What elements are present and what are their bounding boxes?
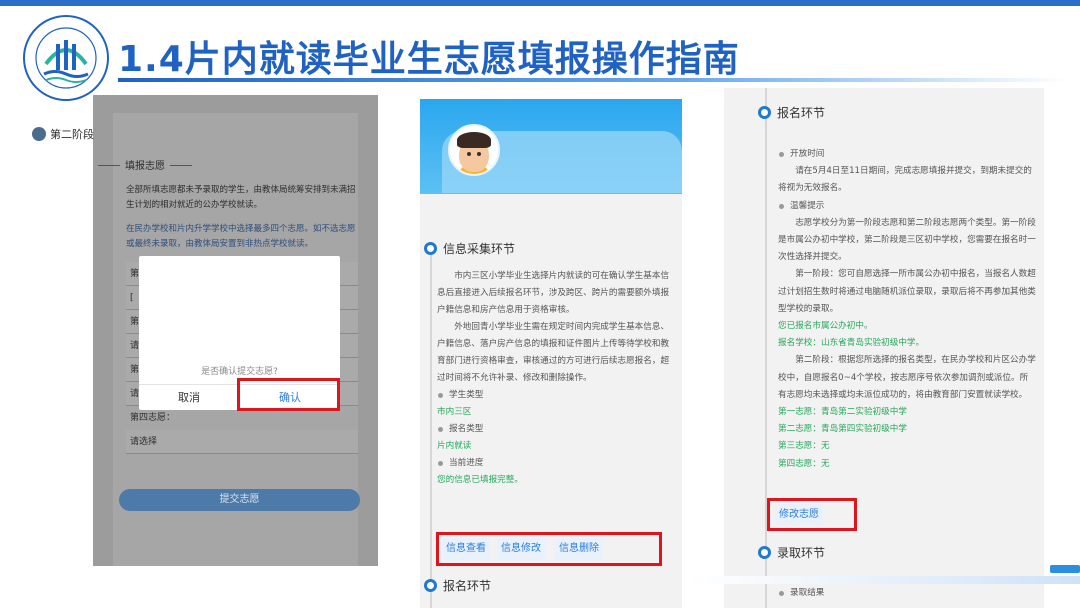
info-paragraph-1: 市内三区小学毕业生选择片内就读的可在确认学生基本信息后直接进入后续报名环节，涉及…: [437, 271, 670, 315]
stage2-text: 第二阶段：根据您所选择的报名类型，在民办学校和片区公办学校中，自愿报名0~4个学…: [778, 355, 1036, 400]
stage-title: 第二阶段: [32, 126, 94, 142]
fill-heading: 填报志愿: [93, 157, 293, 172]
open-time-label: 开放时间: [778, 146, 1036, 163]
admission-result-label: 录取结果: [778, 585, 1036, 602]
student-type-label: 学生类型: [437, 387, 677, 404]
dialog-cancel-button[interactable]: 取消: [139, 385, 239, 410]
field-label: 第: [130, 365, 140, 375]
stage-title-text: 第二阶段: [50, 128, 94, 141]
school-label: 报名学校：: [778, 338, 821, 349]
registered-school: 报名学校：山东省青岛实验初级中学。: [778, 335, 1036, 352]
choice-4: 第四志愿：无: [778, 458, 830, 469]
stage-icon: [32, 127, 46, 141]
fourth-choice-placeholder: 请选择: [130, 437, 158, 447]
section-apply: 报名环节: [758, 104, 825, 121]
apply-body: 开放时间 请在5月4日至11日期间，完成志愿填报并提交，到期未提交的将视为无效报…: [778, 146, 1036, 473]
field-label: [: [130, 293, 134, 303]
school-value: 山东省青岛实验初级中学。: [820, 338, 925, 349]
apply-type-value: 片内就读: [437, 441, 472, 451]
fourth-choice-select[interactable]: 请选择: [126, 430, 358, 454]
field-label: 第: [130, 269, 140, 279]
field-label: 请: [130, 389, 140, 399]
admission-body: 录取结果: [778, 585, 1036, 602]
section-apply-title: 报名环节: [777, 106, 826, 120]
progress-value: 您的信息已填报完整。: [437, 475, 523, 485]
section-admission: 录取环节: [758, 544, 825, 561]
section-apply-title: 报名环节: [443, 579, 492, 593]
timeline-node-icon: [758, 546, 771, 559]
timeline-line: [430, 255, 432, 608]
intro-blue-text: 在民办学校和片内升学学校中选择最多四个志愿。如不选志愿或最终未录取，由教体局安置…: [126, 222, 358, 252]
apply-type-label: 报名类型: [437, 421, 677, 438]
choice-1: 第一志愿：青岛第二实验初级中学: [778, 407, 907, 418]
title-underline: [118, 78, 1066, 82]
fill-heading-text: 填报志愿: [125, 161, 165, 172]
slide: 1.4片内就读毕业生志愿填报操作指南 第二阶段 填报志愿 全部所填志愿都未予录取…: [0, 0, 1080, 608]
fourth-choice-label-text: 第四志愿：: [130, 413, 176, 423]
choice-2: 第二志愿：青岛第四实验初级中学: [778, 424, 907, 435]
confirm-highlight-box: [237, 378, 340, 411]
submit-choices-button[interactable]: 提交志愿: [119, 489, 360, 511]
dialog-message: 是否确认提交志愿?: [201, 367, 278, 377]
timeline-node-icon: [758, 106, 771, 119]
field-label: 第: [130, 317, 140, 327]
decorative-bottom-band: [690, 576, 1080, 584]
progress-label: 当前进度: [437, 455, 677, 472]
info-paragraph-2: 外地回青小学毕业生需在规定时间内完成学生基本信息、户籍信息、落户房产信息的填报和…: [437, 322, 670, 383]
stage1-text: 第一阶段：您可自愿选择一所市属公办初中报名，当报名人数超过计划招生数时将通过电脑…: [778, 269, 1036, 314]
timeline-node-icon: [424, 242, 437, 255]
tip-text: 志愿学校分为第一阶段志愿和第二阶段志愿两个类型。第一阶段是市属公办初中学校，第二…: [778, 217, 1036, 263]
info-buttons-highlight-box: [436, 532, 662, 566]
student-type-value: 市内三区: [437, 407, 472, 417]
intro-blue-span: 在民办学校和片内升学学校中选择最多四个志愿。如不选志愿或最终未录取，由教体局安置…: [126, 224, 356, 249]
modify-highlight-box: [767, 498, 857, 531]
timeline-node-icon: [424, 579, 437, 592]
section-info-title: 信息采集环节: [443, 242, 516, 256]
section-apply-bottom: 报名环节: [424, 577, 491, 594]
avatar: [448, 124, 500, 176]
education-bureau-logo: [23, 15, 109, 101]
stage1-status: 您已报名市属公办初中。: [778, 321, 873, 332]
decorative-accent: [1050, 565, 1080, 573]
choice-3: 第三志愿：无: [778, 441, 830, 452]
intro-text: 全部所填志愿都未予录取的学生，由教体局统筹安排到未满招生计划的相对就近的公办学校…: [126, 185, 356, 210]
top-accent-bar: [0, 0, 1080, 6]
tip-label: 温馨提示: [778, 198, 1036, 215]
slide-title: 1.4片内就读毕业生志愿填报操作指南: [118, 39, 740, 80]
section-info-collection: 信息采集环节: [424, 240, 515, 257]
info-collection-body: 市内三区小学毕业生选择片内就读的可在确认学生基本信息后直接进入后续报名环节，涉及…: [437, 268, 677, 489]
open-time-text: 请在5月4日至11日期间，完成志愿填报并提交，到期未提交的将视为无效报名。: [778, 166, 1032, 194]
section-admission-title: 录取环节: [777, 546, 826, 560]
